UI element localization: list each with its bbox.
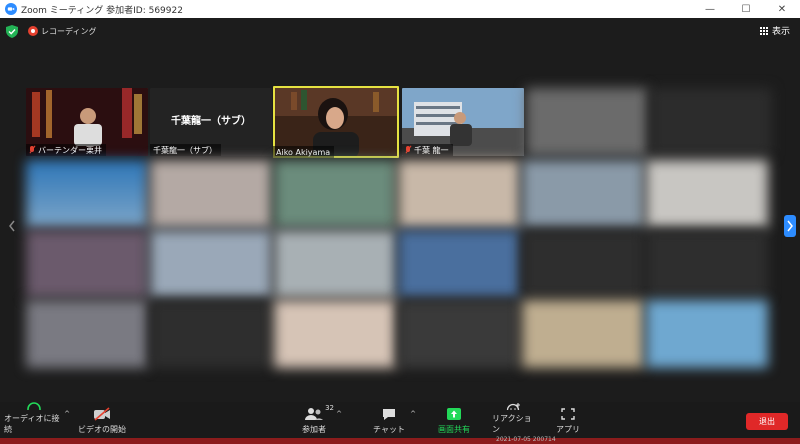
video-tile[interactable]: [26, 160, 148, 228]
share-screen-label: 画面共有: [438, 425, 470, 434]
video-tile[interactable]: [150, 230, 272, 298]
participants-icon: [305, 408, 323, 420]
participant-count: 32: [325, 404, 334, 412]
share-screen-icon: [447, 408, 461, 420]
apps-button[interactable]: アプリ: [552, 402, 584, 438]
video-tile[interactable]: [150, 300, 272, 368]
record-icon: [28, 26, 38, 36]
participant-center-name: 千葉龍一（サブ）: [171, 116, 251, 127]
minimize-button[interactable]: —: [692, 0, 728, 18]
window-title: Zoom ミーティング 参加者ID: 569922: [21, 5, 183, 16]
video-tile[interactable]: [274, 300, 396, 368]
chat-icon: [383, 409, 395, 420]
active-speaker-tile[interactable]: Aiko Akiyama: [273, 86, 399, 158]
video-tile[interactable]: [650, 88, 772, 156]
chat-options-caret[interactable]: ^: [410, 410, 416, 418]
participants-options-caret[interactable]: ^: [336, 410, 342, 418]
video-tile[interactable]: [522, 300, 644, 368]
video-tile[interactable]: [150, 160, 272, 228]
chat-button[interactable]: チャット ^: [372, 402, 416, 438]
reaction-smiley-icon: [506, 403, 520, 410]
video-tile[interactable]: [398, 160, 520, 228]
footer-timestamp: 2021-07-05 200714: [496, 436, 556, 443]
participants-label: 参加者: [302, 425, 326, 434]
video-tile[interactable]: [646, 230, 768, 298]
recording-label: レコーディング: [41, 26, 97, 36]
video-tile[interactable]: [398, 230, 520, 298]
window-controls: — ☐ ✕: [692, 0, 800, 18]
recording-indicator[interactable]: レコーディング: [28, 26, 96, 37]
view-label: 表示: [771, 27, 790, 37]
video-tile[interactable]: [526, 88, 648, 156]
participant-name-label: 千葉 龍一: [402, 144, 453, 156]
zoom-app-icon: [5, 3, 17, 15]
video-tile[interactable]: 千葉龍一（サブ） 千葉龍一（サブ）: [150, 88, 272, 156]
shield-icon[interactable]: [6, 24, 18, 38]
video-tile[interactable]: [26, 230, 148, 298]
apps-label: アプリ: [556, 425, 580, 434]
share-screen-button[interactable]: 画面共有: [432, 402, 476, 438]
view-button[interactable]: 表示: [759, 24, 790, 37]
video-tile[interactable]: [398, 300, 520, 368]
chat-label: チャット: [373, 425, 405, 434]
recording-border: [0, 438, 800, 444]
start-video-button[interactable]: ビデオの開始: [76, 402, 128, 438]
join-audio-label: オーディオに接続: [4, 414, 60, 434]
apps-icon: [561, 408, 575, 420]
muted-mic-icon: [29, 146, 35, 154]
headphones-icon: [27, 402, 41, 410]
grid-view-icon: [759, 26, 768, 35]
start-video-label: ビデオの開始: [78, 425, 126, 434]
video-tile[interactable]: 千葉 龍一: [402, 88, 524, 156]
video-tile[interactable]: [522, 230, 644, 298]
meeting-toolbar: オーディオに接続 ^ ビデオの開始 参加者 32 ^ チャット ^ 画面共有 リ…: [0, 402, 800, 438]
close-window-button[interactable]: ✕: [764, 0, 800, 18]
join-audio-button[interactable]: オーディオに接続 ^: [4, 402, 70, 438]
window-title-bar: Zoom ミーティング 参加者ID: 569922 — ☐ ✕: [0, 0, 800, 18]
leave-button[interactable]: 退出: [746, 413, 788, 430]
video-tile[interactable]: [26, 300, 148, 368]
previous-page-button[interactable]: [6, 215, 18, 237]
chevron-right-icon: [787, 220, 793, 232]
meeting-area: レコーディング 表示 バーテンダー栗井 千葉龍一（サブ） 千葉龍一（サブ） Ai…: [0, 18, 800, 402]
video-tile[interactable]: [274, 230, 396, 298]
video-tile[interactable]: [646, 300, 768, 368]
maximize-button[interactable]: ☐: [728, 0, 764, 18]
next-page-button[interactable]: [784, 215, 796, 237]
muted-mic-icon: [405, 146, 411, 154]
participant-name-label: Aiko Akiyama: [273, 146, 335, 158]
video-off-icon: [94, 407, 110, 421]
reactions-button[interactable]: リアクション: [492, 402, 536, 438]
meeting-top-bar: レコーディング 表示: [0, 18, 800, 44]
video-tile[interactable]: バーテンダー栗井: [26, 88, 148, 156]
participants-button[interactable]: 参加者 32 ^: [296, 402, 342, 438]
video-tile[interactable]: [522, 160, 644, 228]
audio-options-caret[interactable]: ^: [64, 410, 70, 418]
reactions-label: リアクション: [492, 414, 532, 434]
participant-name-label: バーテンダー栗井: [26, 144, 106, 156]
video-tile[interactable]: [646, 160, 768, 228]
chevron-left-icon: [9, 220, 15, 232]
video-tile[interactable]: [274, 160, 396, 228]
participant-name-label: 千葉龍一（サブ）: [150, 144, 221, 156]
